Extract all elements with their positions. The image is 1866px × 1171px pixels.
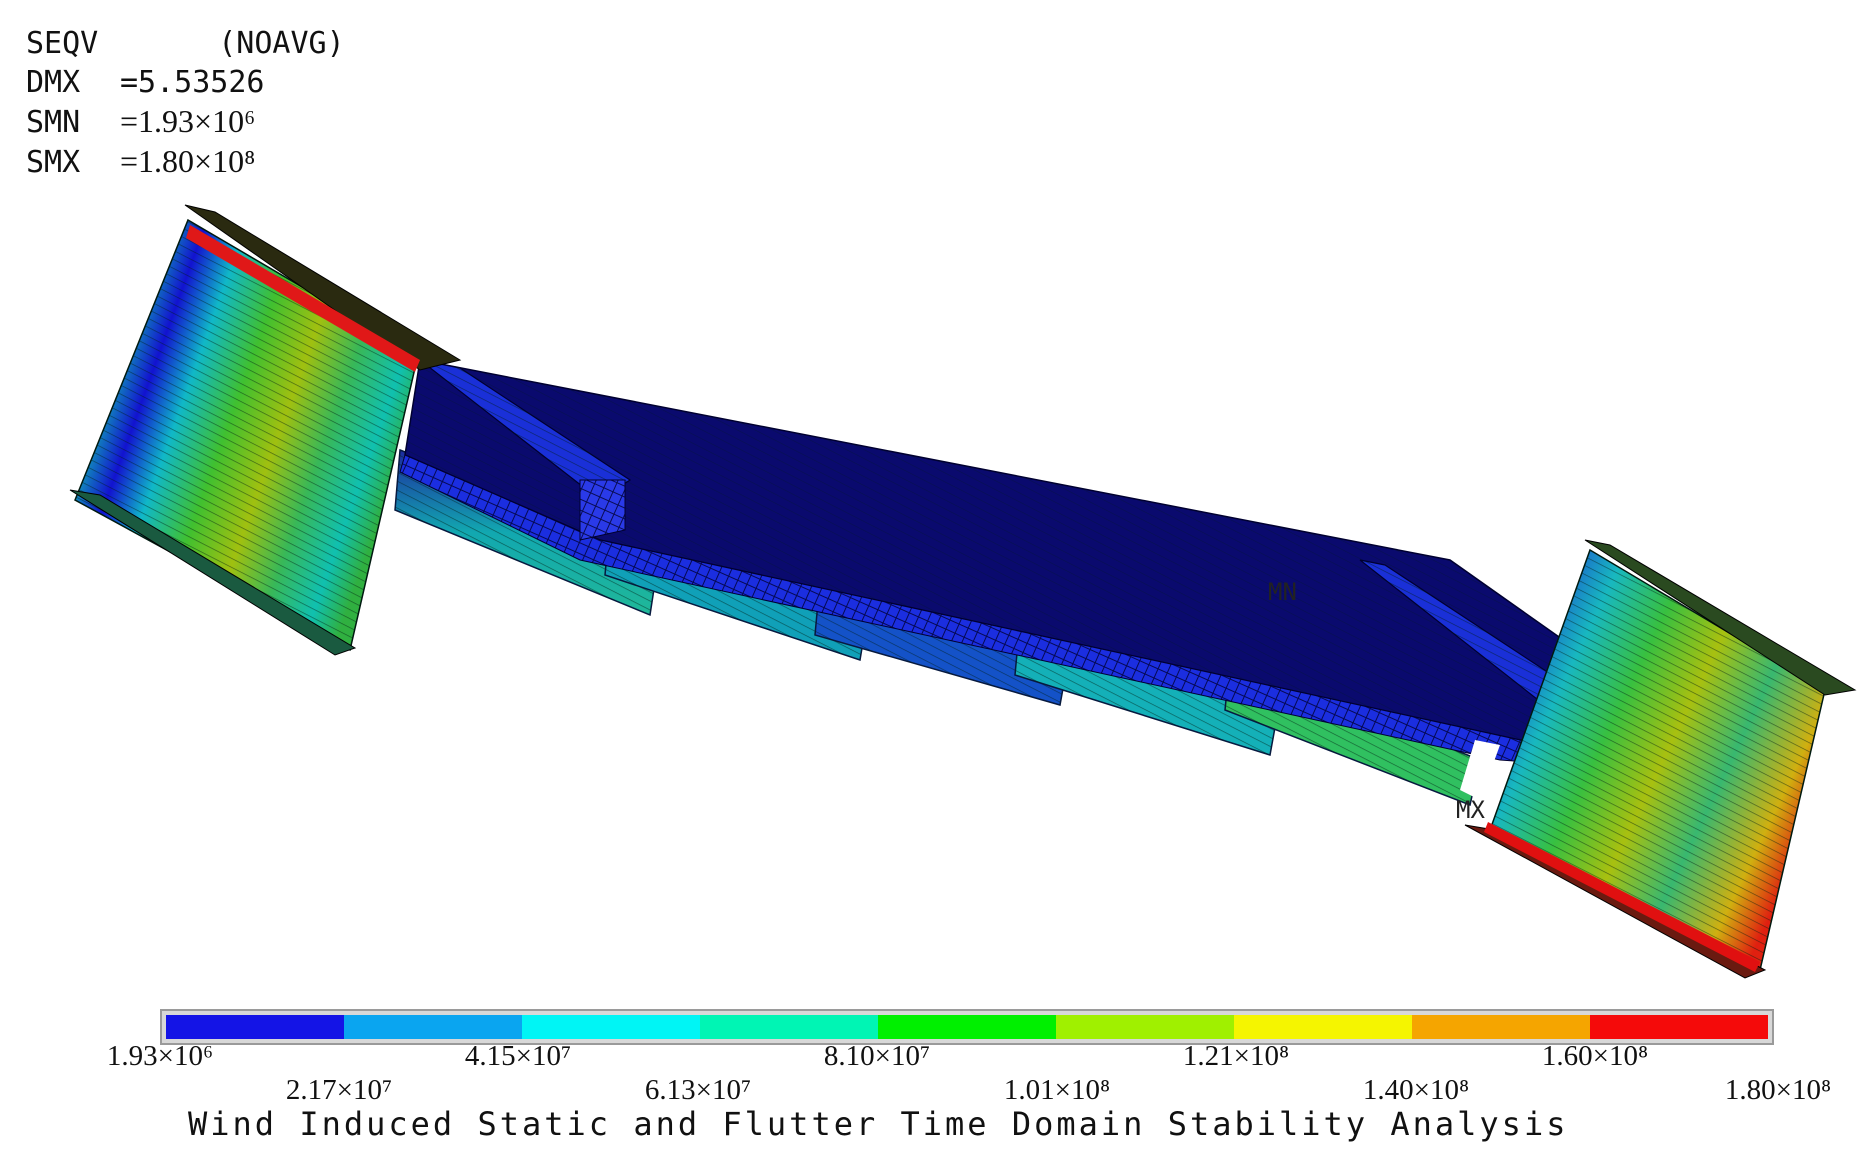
color-legend-bar	[160, 1009, 1774, 1045]
legend-color-swatch	[1590, 1015, 1768, 1039]
legend-color-swatch	[1412, 1015, 1590, 1039]
analysis-title: Wind Induced Static and Flutter Time Dom…	[188, 1105, 1569, 1143]
left-girder	[69, 204, 462, 656]
legend-label: 6.13×10⁷	[644, 1074, 752, 1106]
legend-label: 2.17×10⁷	[285, 1074, 393, 1106]
legend-color-swatch	[1056, 1015, 1234, 1039]
legend-color-swatch	[344, 1015, 522, 1039]
max-marker: MX	[1456, 796, 1485, 824]
legend-color-swatch	[1234, 1015, 1412, 1039]
stress-contour-model: MN MX	[69, 204, 1857, 979]
legend-label: 1.21×10⁸	[1182, 1040, 1290, 1072]
right-girder	[1460, 539, 1857, 979]
legend-color-swatch	[166, 1015, 344, 1039]
legend-label: 8.10×10⁷	[823, 1040, 931, 1072]
legend-label: 1.93×10⁶	[106, 1040, 214, 1072]
min-marker: MN	[1268, 578, 1297, 606]
legend-color-swatch	[522, 1015, 700, 1039]
legend-label: 4.15×10⁷	[464, 1040, 572, 1072]
legend-label: 1.80×10⁸	[1724, 1074, 1832, 1106]
legend-label: 1.01×10⁸	[1003, 1074, 1111, 1106]
legend-color-swatch	[700, 1015, 878, 1039]
legend-label: 1.60×10⁸	[1541, 1040, 1649, 1072]
legend-label: 1.40×10⁸	[1362, 1074, 1470, 1106]
legend-cells	[166, 1015, 1768, 1039]
legend-color-swatch	[878, 1015, 1056, 1039]
